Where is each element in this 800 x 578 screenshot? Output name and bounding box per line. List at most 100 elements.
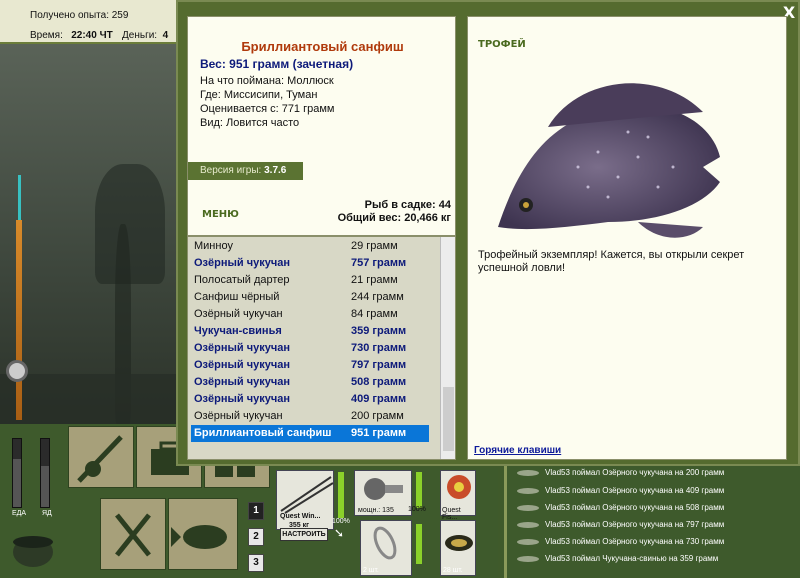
reel-durability-bar bbox=[416, 472, 422, 508]
catch-list-item[interactable]: Озёрный чукучан 730 грамм bbox=[191, 340, 429, 357]
inventory-panel: Quest Win... 355 кг 100% мощн.: 135 100%… bbox=[272, 468, 498, 578]
rod-slot[interactable]: Quest Win... 355 кг bbox=[276, 470, 334, 530]
cauldron-icon[interactable] bbox=[8, 524, 58, 574]
tackle-tile[interactable] bbox=[68, 426, 134, 488]
status-bar: Получено опыта: 259 Время: 22:40 ЧТ День… bbox=[0, 0, 178, 44]
fish-info-panel: Бриллиантовый санфиш Вес: 951 грамм (зач… bbox=[187, 16, 456, 236]
catch-fish-weight: 200 грамм bbox=[351, 410, 404, 422]
catch-feed: Vlad53 поймал Озёрного чукучана на 200 г… bbox=[504, 466, 800, 578]
bait-slot[interactable]: 28 шт. bbox=[440, 520, 476, 576]
reel-percent: 100% bbox=[408, 506, 426, 513]
reel-slot[interactable]: мощн.: 135 bbox=[354, 470, 412, 516]
trophy-description: Трофейный экземпляр! Кажется, вы открыли… bbox=[478, 249, 745, 274]
experience-text: Получено опыта: 259 bbox=[30, 10, 129, 21]
catch-list-item[interactable]: Озёрный чукучан 409 грамм bbox=[191, 391, 429, 408]
poison-label: ЯД bbox=[42, 510, 52, 517]
money-display: Деньги: 4 bbox=[122, 30, 169, 41]
catch-fish-weight: 21 грамм bbox=[351, 274, 398, 286]
total-weight: Общий вес: 20,466 кг bbox=[337, 212, 451, 224]
catch-list-item[interactable]: Озёрный чукучан 757 грамм bbox=[191, 255, 429, 272]
keepnet-tile[interactable] bbox=[168, 498, 238, 570]
catch-fish-name: Минноу bbox=[194, 240, 233, 252]
food-tile[interactable] bbox=[100, 498, 166, 570]
reel-durability-fill bbox=[416, 472, 422, 508]
menu-button[interactable]: МЕНЮ bbox=[202, 209, 239, 220]
catch-fish-weight: 409 грамм bbox=[351, 393, 407, 405]
page-button-2[interactable]: 2 bbox=[248, 528, 264, 546]
hook-slot[interactable]: 2 шт. bbox=[360, 520, 412, 576]
rod-durability-fill bbox=[338, 472, 344, 518]
feed-item: Vlad53 поймал Озёрного чукучана на 730 г… bbox=[517, 537, 724, 555]
feed-item: Vlad53 поймал Чукучана-свинью на 359 гра… bbox=[517, 554, 718, 572]
feed-item: Vlad53 поймал Озёрного чукучана на 200 г… bbox=[517, 468, 724, 486]
catch-list-item[interactable]: Минноу 29 грамм bbox=[191, 238, 429, 255]
bait-info: На что поймана: Моллюск bbox=[200, 75, 334, 87]
food-label: ЕДА bbox=[12, 510, 27, 517]
species-info: Вид: Ловится часто bbox=[200, 117, 300, 129]
poison-gauge-fill bbox=[41, 466, 49, 507]
fish-icon bbox=[517, 469, 539, 476]
reel-icon[interactable] bbox=[6, 360, 28, 382]
mussel-icon bbox=[445, 535, 473, 551]
catch-fish-weight: 951 грамм bbox=[351, 427, 407, 439]
rod-icon bbox=[280, 476, 334, 514]
fish-icon bbox=[517, 521, 539, 528]
trophy-title: ТРОФЕЙ bbox=[478, 39, 526, 50]
fishing-rod[interactable] bbox=[16, 220, 22, 420]
catch-fish-name: Озёрный чукучан bbox=[194, 376, 290, 388]
catch-fish-name: Бриллиантовый санфиш bbox=[194, 427, 332, 439]
poison-gauge bbox=[40, 438, 50, 508]
fork-knife-icon bbox=[115, 513, 151, 557]
catch-fish-weight: 508 грамм bbox=[351, 376, 407, 388]
catch-fish-weight: 730 грамм bbox=[351, 342, 407, 354]
fish-icon bbox=[171, 525, 227, 549]
catch-fish-name: Озёрный чукучан bbox=[194, 410, 283, 422]
hotkeys-link[interactable]: Горячие клавиши bbox=[474, 445, 561, 456]
lure-slot[interactable]: Quest Fis... bbox=[440, 470, 476, 521]
page-button-3[interactable]: 3 bbox=[248, 554, 264, 572]
catch-list-item[interactable]: Полосатый дартер 21 грамм bbox=[191, 272, 429, 289]
catch-fish-name: Озёрный чукучан bbox=[194, 342, 290, 354]
bait-count: 28 шт. bbox=[443, 567, 463, 574]
rod-durability-bar bbox=[338, 472, 344, 518]
catch-list-item[interactable]: Бриллиантовый санфиш 951 грамм bbox=[191, 425, 429, 442]
catch-list-item[interactable]: Санфиш чёрный 244 грамм bbox=[191, 289, 429, 306]
feed-item: Vlad53 поймал Озёрного чукучана на 508 г… bbox=[517, 503, 724, 521]
catch-fish-weight: 359 грамм bbox=[351, 325, 407, 337]
catch-list-item[interactable]: Чукучан-свинья 359 грамм bbox=[191, 323, 429, 340]
game-version: Версия игры: 3.7.6 bbox=[188, 162, 303, 180]
setup-button[interactable]: НАСТРОИТЬ bbox=[280, 528, 328, 541]
catch-fish-weight: 244 грамм bbox=[351, 291, 404, 303]
arrow-icon: ➘ bbox=[334, 526, 345, 540]
catch-fish-weight: 84 грамм bbox=[351, 308, 398, 320]
fish-icon bbox=[517, 555, 539, 562]
catch-fish-name: Чукучан-свинья bbox=[194, 325, 282, 337]
fish-icon bbox=[517, 538, 539, 545]
catch-list[interactable]: Минноу 29 грамм Озёрный чукучан 757 грамм По… bbox=[187, 236, 456, 460]
reel-power: мощн.: 135 bbox=[358, 507, 394, 514]
fish-name: Бриллиантовый санфиш bbox=[241, 39, 404, 54]
rod-percent: 100% bbox=[332, 518, 350, 525]
catch-fish-weight: 29 грамм bbox=[351, 240, 398, 252]
catch-list-item[interactable]: Озёрный чукучан 200 грамм bbox=[191, 408, 429, 425]
fish-image bbox=[498, 83, 720, 238]
feed-item: Vlad53 поймал Озёрного чукучана на 409 г… bbox=[517, 486, 724, 504]
hook-icon bbox=[373, 526, 397, 560]
hook-bar bbox=[416, 524, 422, 564]
list-scrollbar[interactable] bbox=[440, 237, 455, 459]
feed-item: Vlad53 поймал Озёрного чукучана на 797 г… bbox=[517, 520, 724, 538]
page-button-1[interactable]: 1 bbox=[248, 502, 264, 520]
fish-icon bbox=[517, 504, 539, 511]
time-display: Время: 22:40 ЧТ bbox=[30, 30, 113, 41]
catch-list-item[interactable]: Озёрный чукучан 508 грамм bbox=[191, 374, 429, 391]
catch-list-item[interactable]: Озёрный чукучан 797 грамм bbox=[191, 357, 429, 374]
catch-fish-name: Озёрный чукучан bbox=[194, 257, 290, 269]
catch-list-item[interactable]: Озёрный чукучан 84 грамм bbox=[191, 306, 429, 323]
scrollbar-thumb[interactable] bbox=[443, 387, 454, 451]
rod-name: Quest Win... bbox=[280, 513, 321, 520]
trophy-panel: ТРОФЕЙ Трофейный экземпляр! Кажется, вы … bbox=[467, 16, 787, 460]
hook-bar-fill bbox=[416, 524, 422, 564]
water-surface bbox=[0, 374, 178, 424]
catch-fish-name: Озёрный чукучан bbox=[194, 393, 290, 405]
fish-weight: Вес: 951 грамм (зачетная) bbox=[200, 57, 354, 71]
